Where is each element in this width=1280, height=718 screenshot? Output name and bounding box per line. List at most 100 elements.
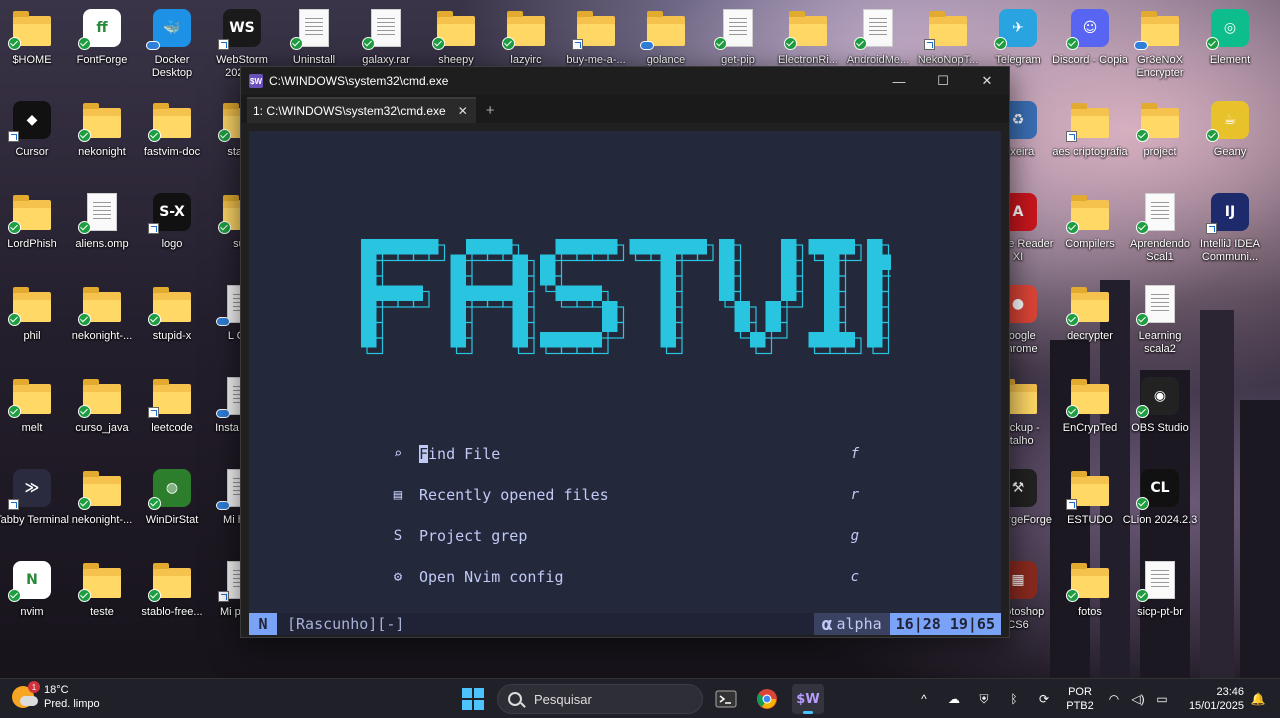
taskbar-chrome-app[interactable] bbox=[751, 684, 783, 714]
sync-check-icon bbox=[1066, 589, 1079, 602]
desktop-icon[interactable]: ≫ Tabby Terminal bbox=[0, 468, 69, 558]
desktop-icon[interactable]: stablo-free... bbox=[136, 560, 208, 650]
dashboard-item[interactable]: ⌕ Find File f bbox=[389, 443, 859, 465]
desktop-icon[interactable]: $HOME bbox=[0, 8, 68, 98]
folder-icon bbox=[78, 560, 122, 602]
logo-pixel bbox=[586, 285, 602, 301]
sync-check-icon bbox=[78, 405, 91, 418]
desktop-icon[interactable]: fotos bbox=[1054, 560, 1126, 650]
notification-bell-icon[interactable]: 🔔 bbox=[1250, 691, 1266, 707]
terminal-window[interactable]: $W C:\WINDOWS\system32\cmd.exe — ☐ ✕ 1: … bbox=[240, 66, 1010, 638]
desktop-icon[interactable]: Aprendendo Scal1 bbox=[1124, 192, 1196, 282]
desktop-icon[interactable]: ◆ Cursor bbox=[0, 100, 68, 190]
shield-icon[interactable]: ⛨ bbox=[976, 691, 992, 707]
dashboard-item[interactable]: S Project grep g bbox=[389, 525, 859, 547]
search-placeholder: Pesquisar bbox=[534, 691, 592, 707]
sync-check-icon bbox=[8, 37, 21, 50]
desktop-icon[interactable]: fastvim-doc bbox=[136, 100, 208, 190]
desktop-icon[interactable]: ◍ WinDirStat bbox=[136, 468, 208, 558]
desktop-icon[interactable]: stupid-x bbox=[136, 284, 208, 374]
taskbar-wezterm-app[interactable]: $W bbox=[792, 684, 824, 714]
language-indicator[interactable]: POR PTB2 bbox=[1064, 685, 1096, 713]
desktop-icon[interactable]: curso_java bbox=[66, 376, 138, 466]
terminal-area[interactable]: ⌕ Find File f ▤ Recently opened files r S Proje… bbox=[249, 131, 1001, 635]
close-button[interactable]: ✕ bbox=[965, 67, 1009, 95]
search-box[interactable]: Pesquisar bbox=[497, 684, 703, 714]
document-icon bbox=[362, 8, 406, 50]
cloud-icon[interactable]: ☁ bbox=[946, 691, 962, 707]
logo-pixel bbox=[691, 239, 707, 255]
weather-widget[interactable]: 1 18°C Pred. limpo bbox=[12, 681, 100, 711]
desktop-icon[interactable]: Gr3eNoX Encrypter bbox=[1124, 8, 1196, 98]
desktop-icon-label: $HOME bbox=[12, 54, 52, 66]
desktop-icon[interactable]: teste bbox=[66, 560, 138, 650]
desktop-icon[interactable]: leetcode bbox=[136, 376, 208, 466]
logo-pixel bbox=[824, 270, 840, 286]
sync-check-icon bbox=[714, 37, 727, 50]
desktop-icon[interactable]: nekonight-... bbox=[66, 468, 138, 558]
chevron-up-icon[interactable]: ^ bbox=[916, 691, 932, 707]
desktop-icon[interactable]: phil bbox=[0, 284, 68, 374]
sync-icon[interactable]: ⟳ bbox=[1036, 691, 1052, 707]
desktop-icon[interactable]: ☺ Discord - Copia bbox=[1052, 8, 1128, 98]
folder-icon bbox=[78, 376, 122, 418]
sync-check-icon bbox=[218, 129, 231, 142]
logo-pixel bbox=[361, 254, 377, 270]
desktop-icon[interactable]: Learning scala2 bbox=[1124, 284, 1196, 374]
clock[interactable]: 23:46 15/01/2025 bbox=[1180, 685, 1244, 713]
desktop-icon[interactable]: Compilers bbox=[1054, 192, 1126, 282]
title-bar[interactable]: $W C:\WINDOWS\system32\cmd.exe — ☐ ✕ bbox=[241, 67, 1009, 95]
logo-pixel bbox=[376, 239, 392, 255]
status-line: N [Rascunho][-] α alpha 16|28 19|65 bbox=[249, 613, 1001, 635]
bluetooth-icon[interactable]: ᛒ bbox=[1006, 691, 1022, 707]
terminal-icon bbox=[715, 690, 737, 708]
start-button[interactable] bbox=[462, 688, 484, 710]
desktop-icon[interactable]: Nnvim bbox=[0, 560, 68, 650]
cloud-status-icon bbox=[146, 41, 160, 50]
desktop-icon[interactable]: ◎ Element bbox=[1194, 8, 1266, 98]
volume-icon[interactable]: ◁) bbox=[1130, 691, 1146, 707]
shortcut-arrow-icon bbox=[572, 39, 583, 50]
desktop-icon[interactable]: ☕ Geany bbox=[1194, 100, 1266, 190]
dashboard-item[interactable]: ⚙ Open Nvim config c bbox=[389, 566, 859, 588]
filetype-indicator: α alpha bbox=[813, 613, 890, 635]
desktop-icon[interactable]: CL CLion 2024.2.3 bbox=[1123, 468, 1197, 558]
desktop-icon[interactable]: sicp-pt-br bbox=[1124, 560, 1196, 650]
desktop-icon[interactable]: S-X logo bbox=[136, 192, 208, 282]
app-icon: ☺ bbox=[1066, 8, 1110, 50]
taskbar-terminal-app[interactable] bbox=[710, 684, 742, 714]
wifi-icon[interactable]: ◠ bbox=[1106, 691, 1122, 707]
document-icon bbox=[1136, 192, 1180, 234]
logo-pixel bbox=[781, 254, 797, 270]
desktop-icon[interactable]: melt bbox=[0, 376, 68, 466]
desktop-icon-label: project bbox=[1143, 146, 1177, 158]
logo-pixel bbox=[423, 239, 439, 255]
desktop-icon[interactable]: ◉ OBS Studio bbox=[1124, 376, 1196, 466]
tab-close-icon[interactable]: ✕ bbox=[458, 104, 468, 118]
desktop-icon[interactable]: decrypter bbox=[1054, 284, 1126, 374]
desktop-icon[interactable]: aes criptografia bbox=[1052, 100, 1128, 190]
desktop-icon[interactable]: IJ IntelliJ IDEA Communi... bbox=[1194, 192, 1266, 282]
folder-icon bbox=[8, 284, 52, 326]
desktop-icon[interactable]: EnCrypTed bbox=[1054, 376, 1126, 466]
sync-check-icon bbox=[8, 313, 21, 326]
desktop-icon-label: Learning scala2 bbox=[1138, 330, 1182, 355]
desktop-icon[interactable]: project bbox=[1124, 100, 1196, 190]
battery-icon[interactable]: ▭ bbox=[1154, 691, 1170, 707]
desktop-icon[interactable]: aliens.omp bbox=[66, 192, 138, 282]
desktop-icon[interactable]: nekonight bbox=[66, 100, 138, 190]
dashboard-shortcut-key: g bbox=[850, 528, 859, 544]
desktop-icon[interactable]: nekonight-... bbox=[66, 284, 138, 374]
filetype-label: alpha bbox=[836, 615, 882, 633]
new-tab-button[interactable]: + bbox=[476, 102, 505, 123]
desktop-icon[interactable]: ESTUDO bbox=[1054, 468, 1126, 558]
dashboard-item[interactable]: ▤ Recently opened files r bbox=[389, 484, 859, 506]
tab-cmd[interactable]: 1: C:\WINDOWS\system32\cmd.exe ✕ bbox=[247, 97, 476, 123]
desktop-icon[interactable]: LordPhish bbox=[0, 192, 68, 282]
sync-check-icon bbox=[1066, 405, 1079, 418]
minimize-button[interactable]: — bbox=[877, 67, 921, 95]
maximize-button[interactable]: ☐ bbox=[921, 67, 965, 95]
desktop-icon[interactable]: 🐳 Docker Desktop bbox=[136, 8, 208, 98]
logo-pixel bbox=[450, 254, 466, 270]
desktop-icon[interactable]: ff FontForge bbox=[66, 8, 138, 98]
